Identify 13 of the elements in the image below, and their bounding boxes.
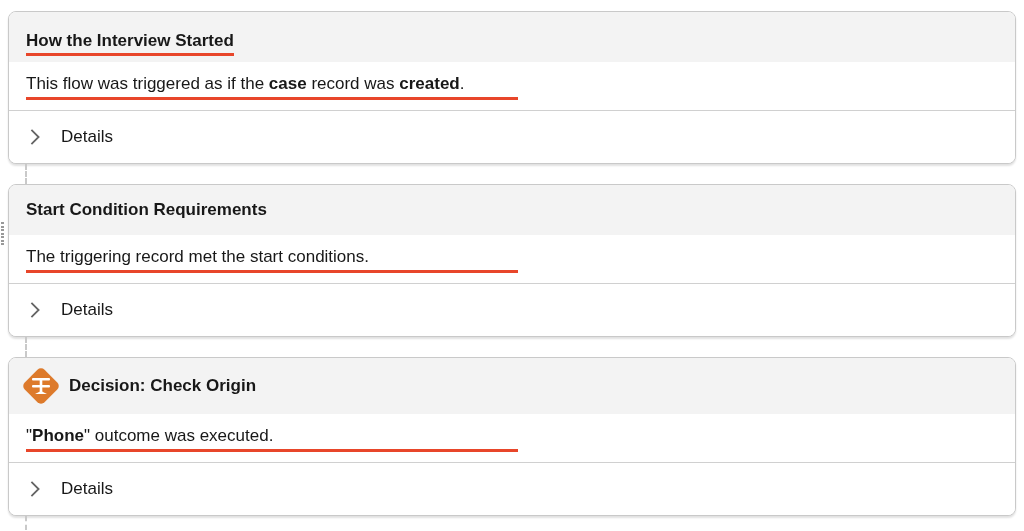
drag-handle-icon[interactable] — [1, 222, 4, 245]
chevron-icon — [29, 128, 41, 146]
card-title: How the Interview Started — [26, 26, 234, 56]
details-toggle[interactable]: Details — [9, 463, 1015, 515]
card-title: Decision: Check Origin — [69, 375, 257, 397]
details-toggle[interactable]: Details — [9, 284, 1015, 336]
card-message: This flow was triggered as if the case record was created. — [26, 72, 465, 95]
card-message: The triggering record met the start conditions. — [26, 245, 369, 268]
chevron-icon — [29, 480, 41, 498]
chevron-icon — [29, 301, 41, 319]
card-title: Start Condition Requirements — [26, 199, 267, 221]
details-toggle[interactable]: Details — [9, 111, 1015, 163]
card-message: "Phone" outcome was executed. — [26, 424, 274, 447]
